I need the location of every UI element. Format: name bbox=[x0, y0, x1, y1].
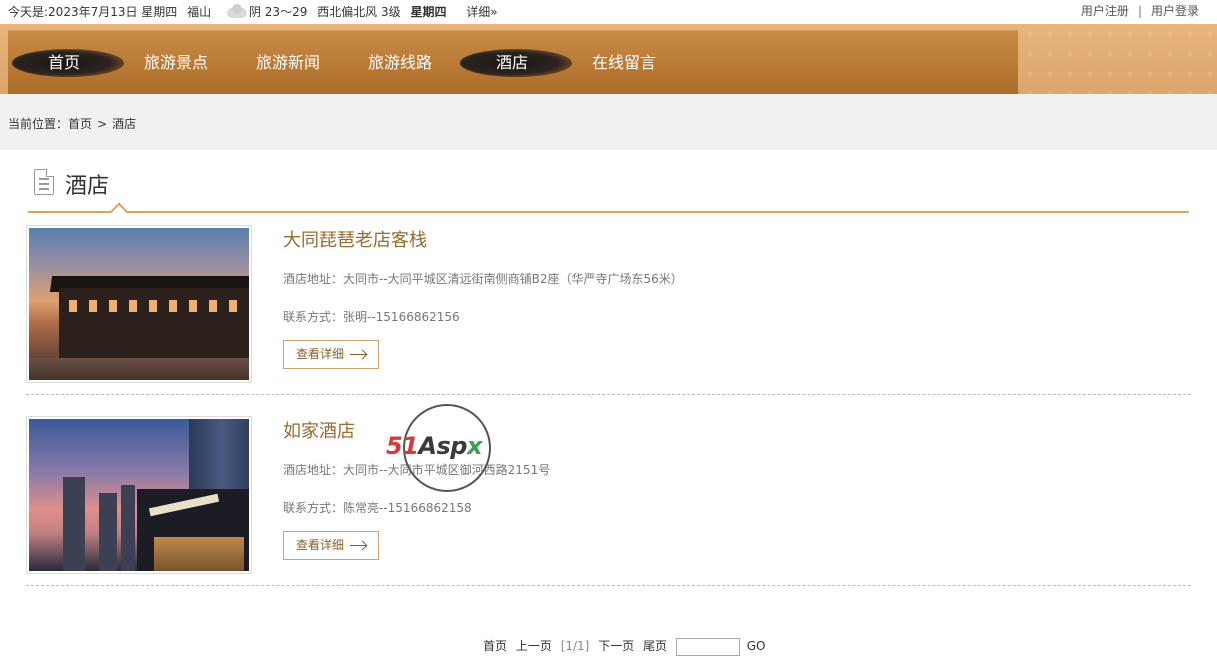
breadcrumb-bar: 当前位置：首页 > 酒店 bbox=[0, 94, 1217, 150]
hotel-name-link[interactable]: 大同琵琶老店客栈 bbox=[283, 226, 427, 252]
pager-next-link[interactable]: 下一页 bbox=[598, 639, 634, 653]
hotel-item: 如家酒店 酒店地址：大同市--大同市平城区御河西路2151号 联系方式：陈常亮-… bbox=[26, 416, 1191, 586]
hotel-item: 大同琵琶老店客栈 酒店地址：大同市--大同平城区清远街南侧商铺B2座（华严寺广场… bbox=[26, 225, 1191, 395]
register-link[interactable]: 用户注册 bbox=[1081, 4, 1129, 18]
hotel-address: 酒店地址：大同市--大同平城区清远街南侧商铺B2座（华严寺广场东56米） bbox=[283, 272, 683, 286]
pagination: 首页 上一页 [1/1] 下一页 尾页 GO bbox=[483, 637, 770, 656]
cloud-icon bbox=[226, 3, 247, 18]
pager-last-link[interactable]: 尾页 bbox=[643, 639, 667, 653]
hotel-photo-modern-hotel bbox=[29, 419, 249, 571]
document-icon bbox=[34, 169, 54, 195]
heading-divider bbox=[28, 211, 1189, 213]
view-detail-label: 查看详细 bbox=[296, 347, 345, 361]
wind-text: 西北偏北风 3级 bbox=[317, 5, 401, 19]
nav-background: 首页 旅游景点 旅游新闻 旅游线路 酒店 在线留言 bbox=[0, 24, 1217, 94]
pager-first-link[interactable]: 首页 bbox=[483, 639, 507, 653]
breadcrumb-current: 酒店 bbox=[112, 117, 137, 131]
hotel-image[interactable] bbox=[26, 416, 252, 574]
pager-page-info: [1/1] bbox=[560, 639, 590, 653]
hotel-name-link[interactable]: 如家酒店 bbox=[283, 417, 355, 443]
breadcrumb: 当前位置：首页 > 酒店 bbox=[8, 115, 136, 132]
arrow-right-icon bbox=[350, 354, 366, 355]
nav-item-messages[interactable]: 在线留言 bbox=[578, 45, 670, 81]
pager-go-button[interactable]: GO bbox=[747, 639, 766, 653]
weather-text: 阴 23～29 bbox=[248, 5, 308, 19]
hotel-image[interactable] bbox=[26, 225, 252, 383]
pager-prev-link[interactable]: 上一页 bbox=[516, 639, 552, 653]
city-text: 福山 bbox=[187, 5, 212, 19]
watermark-text: 51Aspx bbox=[386, 432, 482, 460]
view-detail-button[interactable]: 查看详细 bbox=[283, 340, 379, 369]
pager-page-input[interactable] bbox=[675, 637, 740, 656]
section-title: 酒店 bbox=[65, 174, 110, 199]
main-nav: 首页 旅游景点 旅游新闻 旅游线路 酒店 在线留言 bbox=[8, 30, 1018, 94]
nav-item-routes[interactable]: 旅游线路 bbox=[354, 45, 446, 81]
arrow-right-icon bbox=[350, 545, 366, 546]
weather-detail-link[interactable]: 详细» bbox=[466, 5, 497, 19]
weekday-text: 星期四 bbox=[410, 5, 447, 19]
breadcrumb-prefix: 当前位置： bbox=[8, 117, 69, 131]
nav-item-news[interactable]: 旅游新闻 bbox=[242, 45, 334, 81]
nav-item-home[interactable]: 首页 bbox=[12, 45, 124, 81]
breadcrumb-separator: > bbox=[97, 117, 108, 131]
user-links: 用户注册 | 用户登录 bbox=[1081, 2, 1199, 19]
watermark-logo: 51Aspx bbox=[386, 404, 514, 494]
view-detail-label: 查看详细 bbox=[296, 538, 345, 552]
hotel-contact: 联系方式：张明--15166862156 bbox=[283, 310, 460, 324]
breadcrumb-home-link[interactable]: 首页 bbox=[68, 117, 92, 131]
hotel-contact: 联系方式：陈常亮--15166862158 bbox=[283, 501, 472, 515]
weather-info: 今天是:2023年7月13日 星期四 福山 阴 23～29 西北偏北风 3级 星… bbox=[8, 3, 504, 20]
date-text: 今天是:2023年7月13日 星期四 bbox=[8, 5, 178, 19]
hotel-photo-traditional-inn bbox=[29, 228, 249, 380]
nav-item-attractions[interactable]: 旅游景点 bbox=[130, 45, 222, 81]
login-link[interactable]: 用户登录 bbox=[1151, 4, 1199, 18]
top-bar: 今天是:2023年7月13日 星期四 福山 阴 23～29 西北偏北风 3级 星… bbox=[0, 0, 1217, 24]
heading-divider-notch bbox=[110, 202, 128, 220]
view-detail-button[interactable]: 查看详细 bbox=[283, 531, 379, 560]
link-separator: | bbox=[1137, 4, 1142, 18]
nav-item-hotels[interactable]: 酒店 bbox=[460, 45, 572, 81]
